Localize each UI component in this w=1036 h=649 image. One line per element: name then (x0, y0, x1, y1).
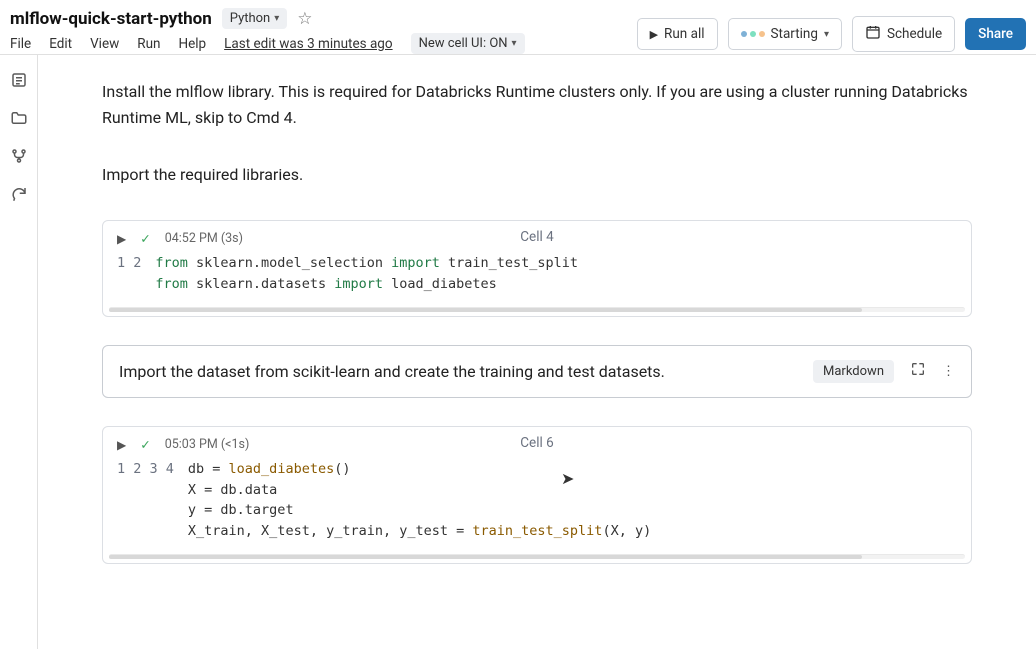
horizontal-scrollbar[interactable] (109, 307, 965, 312)
chevron-down-icon: ▾ (512, 38, 517, 49)
code-cell[interactable]: ▶ ✓ 05:03 PM (<1s) Cell 6 1 2 3 4 db = l… (102, 426, 972, 565)
markdown-cell-text: Import the dataset from scikit-learn and… (119, 362, 665, 381)
folder-icon[interactable] (10, 109, 28, 127)
schedule-label: Schedule (887, 26, 942, 42)
notebook-title: mlflow-quick-start-python (10, 9, 212, 29)
horizontal-scrollbar[interactable] (109, 554, 965, 559)
sidebar (0, 55, 38, 649)
kebab-menu-icon[interactable]: ⋮ (942, 364, 955, 379)
run-cell-icon[interactable]: ▶ (117, 438, 126, 452)
expand-icon[interactable] (910, 361, 926, 381)
cell-timestamp: 04:52 PM (3s) (165, 231, 243, 246)
cluster-status-button[interactable]: Starting ▾ (728, 18, 842, 50)
new-cell-ui-toggle[interactable]: New cell UI: ON ▾ (411, 33, 525, 54)
play-icon: ▶ (650, 28, 658, 41)
run-all-label: Run all (664, 26, 704, 42)
cell-timestamp: 05:03 PM (<1s) (165, 437, 250, 452)
markdown-text: Install the mlflow library. This is requ… (102, 79, 972, 130)
cluster-status-label: Starting (771, 26, 818, 42)
code-editor[interactable]: db = load_diabetes() X = db.data y = db.… (188, 459, 651, 543)
branch-icon[interactable] (10, 147, 28, 165)
run-cell-icon[interactable]: ▶ (117, 232, 126, 246)
run-all-button[interactable]: ▶ Run all (637, 18, 718, 50)
share-button[interactable]: Share (965, 18, 1026, 50)
markdown-text: Import the required libraries. (102, 162, 972, 188)
toc-icon[interactable] (10, 71, 28, 89)
loading-dots-icon (741, 31, 765, 37)
last-edit-link[interactable]: Last edit was 3 minutes ago (224, 36, 392, 52)
menu-view[interactable]: View (90, 36, 119, 52)
check-icon: ✓ (140, 231, 150, 247)
cell-label: Cell 6 (520, 435, 553, 451)
schedule-button[interactable]: Schedule (852, 16, 955, 52)
star-icon[interactable]: ☆ (297, 9, 312, 29)
refresh-icon[interactable] (10, 185, 28, 203)
mouse-cursor-icon: ➤ (561, 469, 574, 488)
check-icon: ✓ (140, 437, 150, 453)
code-cell[interactable]: ▶ ✓ 04:52 PM (3s) Cell 4 1 2 from sklear… (102, 220, 972, 317)
new-cell-ui-label: New cell UI: ON (419, 36, 508, 51)
menu-edit[interactable]: Edit (49, 36, 72, 52)
chevron-down-icon: ▾ (274, 13, 279, 24)
calendar-icon (865, 24, 881, 44)
line-gutter: 1 2 (117, 253, 155, 295)
code-editor[interactable]: from sklearn.model_selection import trai… (155, 253, 578, 295)
notebook-content: Install the mlflow library. This is requ… (38, 55, 1036, 649)
cell-label: Cell 4 (520, 229, 553, 245)
cell-type-badge[interactable]: Markdown (813, 360, 894, 383)
language-label: Python (230, 11, 270, 26)
line-gutter: 1 2 3 4 (117, 459, 188, 543)
language-selector[interactable]: Python ▾ (222, 8, 288, 29)
menu-file[interactable]: File (10, 36, 31, 52)
menu-help[interactable]: Help (178, 36, 206, 52)
markdown-cell[interactable]: Import the dataset from scikit-learn and… (102, 345, 972, 398)
chevron-down-icon: ▾ (824, 29, 829, 40)
menu-run[interactable]: Run (137, 36, 160, 52)
share-label: Share (978, 26, 1013, 42)
